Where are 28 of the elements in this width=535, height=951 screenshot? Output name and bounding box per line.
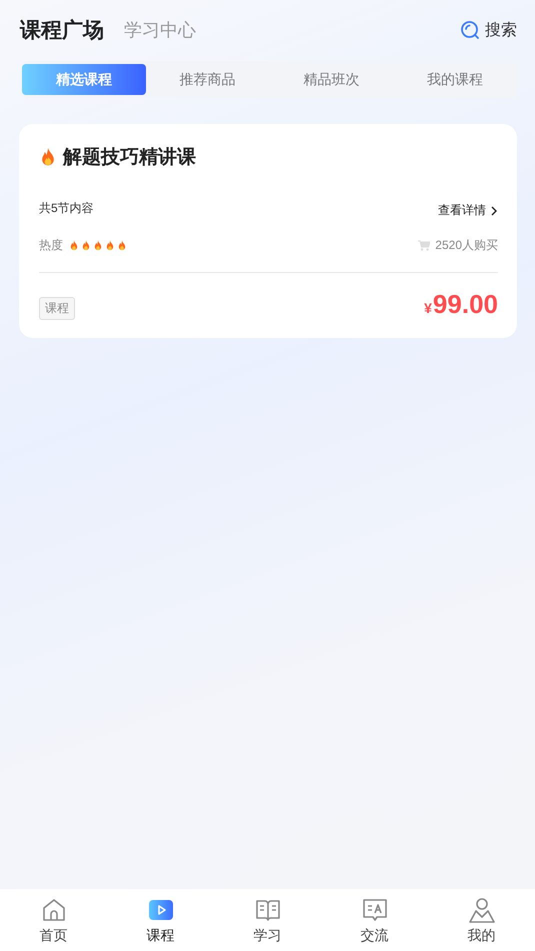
flame-icon (93, 240, 103, 251)
details-link[interactable]: 查看详情 (438, 202, 498, 219)
nav-item[interactable]: 首页 (0, 889, 107, 951)
person-icon (468, 896, 496, 924)
flame-icon (81, 240, 91, 251)
segment-tab[interactable]: 推荐商品 (146, 64, 270, 95)
header-tab[interactable]: 课程广场 (20, 16, 104, 44)
cart-icon (418, 240, 430, 251)
lesson-count: 共5节内容 (39, 200, 94, 217)
course-card[interactable]: 解题技巧精讲课 共5节内容 查看详情 热度 2520人购买 课程 ¥99.00 (19, 124, 517, 338)
heat-label: 热度 (39, 237, 63, 254)
segment-tab[interactable]: 精品班次 (270, 64, 394, 95)
flame-icon (105, 240, 115, 251)
buyer-count: 2520人购买 (435, 237, 498, 254)
flame-icon (117, 240, 127, 251)
nav-item[interactable]: 交流 (321, 889, 428, 951)
chevron-icon (490, 206, 498, 216)
flame-icon (39, 147, 57, 167)
search-icon (460, 20, 480, 40)
nav-item[interactable]: 课程 (107, 889, 214, 951)
nav-item[interactable]: 我的 (428, 889, 535, 951)
course-tag: 课程 (39, 297, 75, 320)
nav-item[interactable]: 学习 (214, 889, 321, 951)
search-button[interactable]: 搜索 (460, 20, 517, 40)
segment-tab[interactable]: 我的课程 (393, 64, 517, 95)
flame-icon (69, 240, 79, 251)
price: ¥99.00 (424, 289, 498, 320)
course-title: 解题技巧精讲课 (63, 146, 196, 170)
